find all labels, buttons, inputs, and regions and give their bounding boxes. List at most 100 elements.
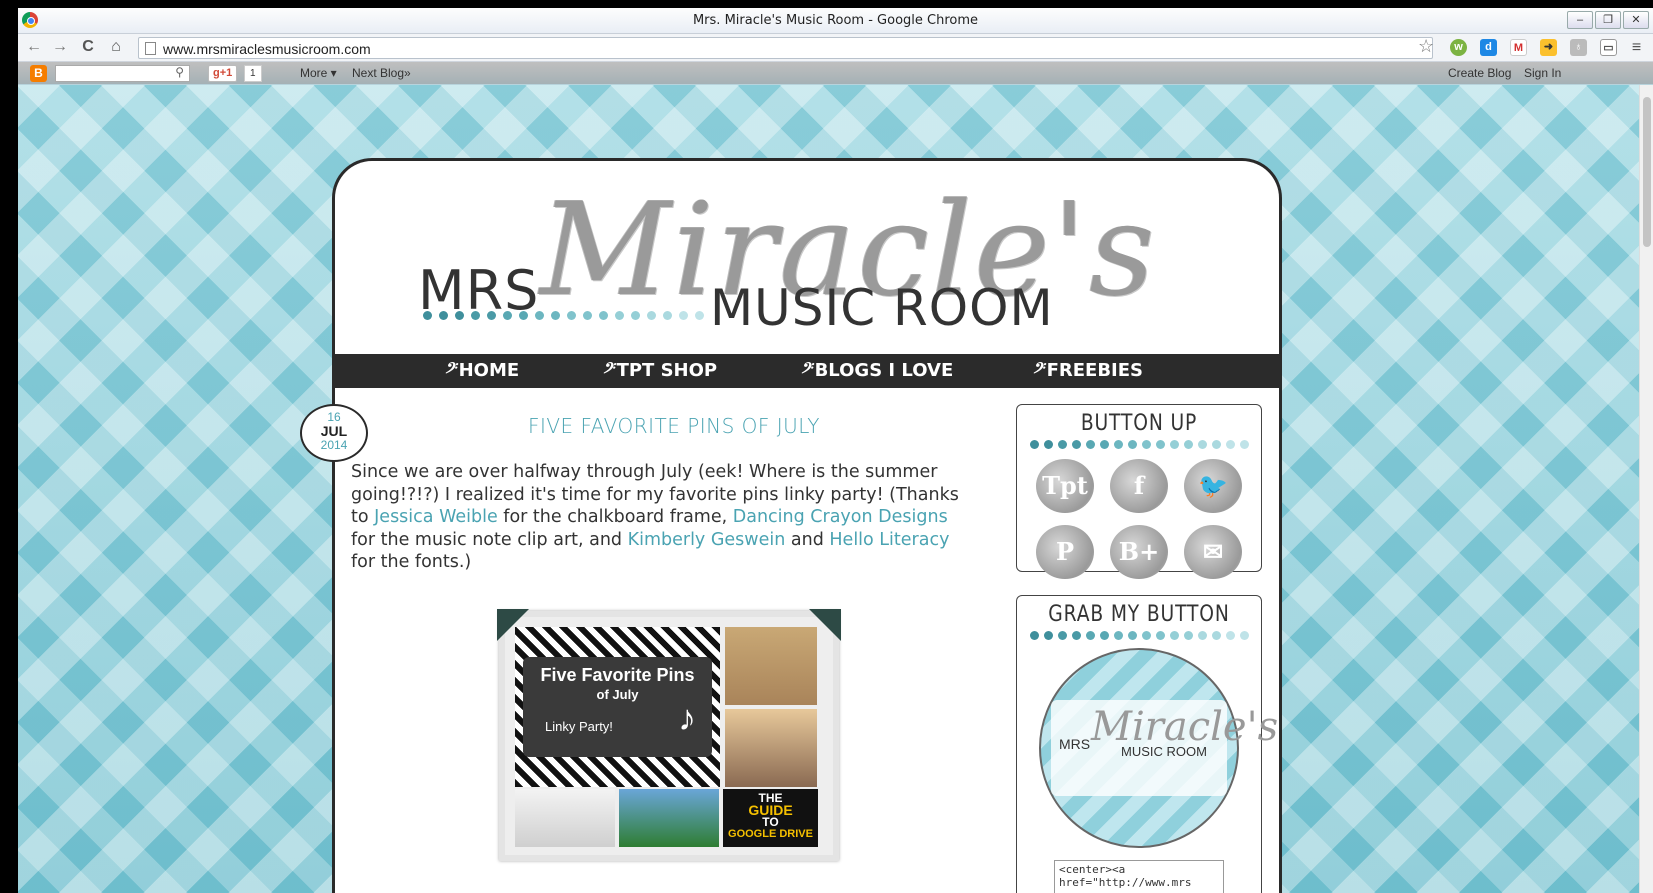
link-hello-literacy[interactable]: Hello Literacy [829,530,949,550]
scrollbar-thumb[interactable] [1643,97,1651,247]
nav-home[interactable]: 𝄢 HOME [444,360,519,381]
decorative-dot [1057,631,1067,640]
decorative-dot [1099,631,1109,640]
bass-clef-icon: 𝄢 [444,360,456,381]
dot-divider [1017,440,1261,449]
blog-button-image[interactable]: Miracle's MRS MUSIC ROOM [1039,648,1278,848]
chalkboard-graphic: Five Favorite Pins of July Linky Party! … [515,627,720,787]
blog-header[interactable]: MRS Miracle's MUSIC ROOM [335,161,1279,354]
page-scrollbar[interactable] [1639,85,1653,893]
guide-text: TO [762,815,779,829]
logo-music-room-text: MUSIC ROOM [710,279,1054,337]
nav-freebies[interactable]: 𝄢 FREEBIES [1032,360,1143,381]
home-button[interactable]: ⌂ [106,38,126,56]
decorative-dot [1071,631,1081,640]
tpt-icon[interactable]: Tpt [1036,459,1094,513]
nav-tpt-shop[interactable]: 𝄢 TPT SHOP [602,360,717,381]
nav-tpt-shop-label: TPT SHOP [616,360,718,381]
back-button[interactable]: ← [24,38,44,56]
button-code-textarea[interactable]: <center><a href="http://www.mrs [1054,860,1224,893]
decorative-dot [1155,440,1165,449]
blog-container: MRS Miracle's MUSIC ROOM 𝄢 HOME 𝄢 TPT SHOP… [300,158,1282,893]
post-body: Since we are over halfway through July (… [351,461,971,574]
decorative-dot [1085,440,1095,449]
decorative-dot [631,311,640,320]
button-up-widget: BUTTON UP Tpt f 🐦 P B+ ✉ [1016,404,1262,579]
decorative-dot [503,311,512,320]
search-icon[interactable]: ⚲ [175,65,184,79]
music-note-icon: ♪ [678,697,696,738]
logo-dot-row [423,311,704,320]
decorative-dot [663,311,672,320]
widget-title: BUTTON UP [1080,411,1198,436]
menu-icon[interactable]: ≡ [1628,39,1645,56]
pinterest-icon[interactable]: P [1036,525,1094,579]
extension-arrow-icon[interactable]: ➜ [1540,39,1557,56]
title-bar: Mrs. Miracle's Music Room - Google Chrom… [18,8,1653,34]
google-plus-one-button[interactable]: g+1 [208,65,238,82]
bookmark-star-icon[interactable]: ☆ [1418,36,1434,57]
blogger-navbar: B ⚲ g+1 1 More ▾ Next Blog» Create Blog … [18,62,1653,85]
next-blog-link[interactable]: Next Blog» [352,66,411,80]
link-dancing-crayon-designs[interactable]: Dancing Crayon Designs [733,507,948,527]
twitter-icon[interactable]: 🐦 [1184,459,1242,513]
gmail-icon[interactable]: M [1510,39,1527,56]
cast-icon[interactable]: ▭ [1600,39,1617,56]
sign-in-link[interactable]: Sign In [1524,66,1561,80]
decorative-dot [1029,440,1039,449]
decorative-dot [1141,440,1151,449]
decorative-dot [695,311,704,320]
extension-d-icon[interactable]: d [1480,39,1497,56]
link-jessica-weible[interactable]: Jessica Weible [374,507,498,527]
address-bar[interactable]: www.mrsmiraclesmusicroom.com [138,37,1433,59]
dot-divider [1017,631,1261,640]
forward-button[interactable]: → [50,38,70,56]
maximize-button[interactable]: ❐ [1595,11,1621,29]
button-room-text: MUSIC ROOM [1121,744,1207,759]
post-collage-image[interactable]: Five Favorite Pins of July Linky Party! … [497,609,841,861]
facebook-icon[interactable]: f [1110,459,1168,513]
link-kimberly-geswein[interactable]: Kimberly Geswein [628,530,786,550]
post-text: for the music note clip art, and [351,529,628,550]
button-mrs-text: MRS [1059,736,1091,752]
google-drive-guide-pin: THE GUIDE TO GOOGLE DRIVE [723,789,818,847]
decorative-dot [1113,440,1123,449]
nav-blogs-i-love[interactable]: 𝄢 BLOGS I LOVE [800,360,953,381]
extension-w-icon[interactable]: w [1450,39,1467,56]
decorative-dot [1239,631,1249,640]
post-text: and [785,529,830,550]
guide-text: GOOGLE DRIVE [728,828,813,840]
create-blog-link[interactable]: Create Blog [1448,66,1511,80]
decorative-dot [1169,440,1179,449]
decorative-dot [1183,440,1193,449]
more-menu[interactable]: More ▾ [300,66,337,80]
chalk-title: Five Favorite Pins [540,665,695,685]
post-text: for the chalkboard frame, [497,507,733,527]
reload-button[interactable]: C [78,38,98,56]
bass-clef-icon: 𝄢 [1032,360,1044,381]
widget-title: GRAB MY BUTTON [1048,602,1230,627]
decorative-dot [535,311,544,320]
grab-my-button-widget: GRAB MY BUTTON Miracle's MRS MUSIC ROOM … [1016,595,1278,893]
minimize-button[interactable]: – [1567,11,1593,29]
close-button[interactable]: ✕ [1623,11,1649,29]
browser-window: Mrs. Miracle's Music Room - Google Chrom… [0,0,1653,893]
decorative-dot [471,311,480,320]
decorative-dot [1029,631,1039,640]
post-title[interactable]: FIVE FAVORITE PINS OF JULY [349,414,999,438]
blog-search-input[interactable]: ⚲ [55,65,190,82]
pin-photo [619,789,719,847]
decorative-dot [1211,440,1221,449]
blogger-logo-icon[interactable]: B [30,65,47,82]
nav-home-label: HOME [458,360,520,381]
extension-gray-icon[interactable]: ♁ [1570,39,1587,56]
pin-photo [515,789,615,847]
bloglovin-icon[interactable]: B+ [1110,525,1168,579]
decorative-dot [647,311,656,320]
email-icon[interactable]: ✉ [1184,525,1242,579]
decorative-dot [1085,631,1095,640]
nav-blogs-label: BLOGS I LOVE [814,360,954,381]
page-icon [145,42,156,55]
page-viewport: MRS Miracle's MUSIC ROOM 𝄢 HOME 𝄢 TPT SHOP… [18,85,1653,893]
window-controls: – ❐ ✕ [1567,11,1649,29]
